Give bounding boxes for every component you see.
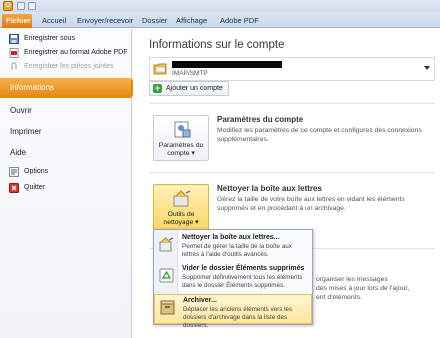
quick-access-undo-icon[interactable] xyxy=(28,2,36,10)
pdf-icon xyxy=(9,48,19,58)
recycle-icon xyxy=(159,268,174,283)
outlook-app-icon[interactable]: O xyxy=(3,1,13,11)
menu-item-archive[interactable]: Archiver... Déplacer les anciens élément… xyxy=(154,294,312,329)
nav-tab-aide-label: Aide xyxy=(10,148,27,157)
rules-description-fragment: organiser les messages xyxy=(316,276,388,283)
save-icon xyxy=(9,34,19,44)
archive-icon xyxy=(160,300,175,315)
quit-label: Quitter xyxy=(24,184,46,191)
account-settings-button[interactable]: Paramètres du compte ▾ xyxy=(153,115,209,161)
divider xyxy=(149,172,435,173)
save-as-command[interactable]: Enregistrer sous xyxy=(0,33,130,45)
tab-adobe-pdf[interactable]: Adobe PDF xyxy=(216,14,263,28)
cleanup-tools-button-label: Outils de nettoyage ▾ xyxy=(163,211,199,226)
account-settings-icon xyxy=(174,121,191,138)
cleanup-tools-button[interactable]: Outils de nettoyage ▾ xyxy=(153,184,209,230)
account-name-redacted xyxy=(172,61,282,68)
menu-item-mailbox-cleanup[interactable]: Nettoyer la boîte aux lettres... Permet … xyxy=(154,232,312,262)
rules-description-fragment: ent d'éléments. xyxy=(316,294,362,301)
mailbox-cleanup-icon xyxy=(159,237,174,252)
save-as-pdf-command[interactable]: Enregistrer au format Adobe PDF xyxy=(0,47,130,59)
account-settings-title: Paramètres du compte xyxy=(217,115,304,124)
add-account-button[interactable]: + Ajouter un compte xyxy=(149,81,229,96)
divider xyxy=(149,103,435,104)
add-account-label: Ajouter un compte xyxy=(166,85,223,92)
menu-item-title: Nettoyer la boîte aux lettres... xyxy=(182,234,280,241)
nav-tab-ouvrir[interactable]: Ouvrir xyxy=(0,101,131,121)
menu-item-title: Archiver... xyxy=(183,297,217,304)
title-bar: O xyxy=(0,0,440,12)
nav-tab-aide[interactable]: Aide xyxy=(0,143,131,163)
cleanup-description: Gérez la taille de votre boîte aux lettr… xyxy=(217,196,405,212)
nav-tab-imprimer[interactable]: Imprimer xyxy=(0,122,131,142)
save-as-pdf-label: Enregistrer au format Adobe PDF xyxy=(24,49,128,56)
menu-item-description: Déplacer les anciens éléments vers les d… xyxy=(183,306,293,329)
cleanup-tools-icon xyxy=(173,190,191,207)
save-attachments-label: Enregistrer les pièces jointes xyxy=(24,63,114,70)
account-settings-button-label: Paramètres du compte ▾ xyxy=(158,142,204,157)
tab-envoyer-recevoir[interactable]: Envoyer/recevoir xyxy=(73,14,137,28)
tab-fichier[interactable]: Fichier xyxy=(2,14,32,28)
options-icon xyxy=(9,167,19,177)
tab-accueil[interactable]: Accueil xyxy=(38,14,70,28)
rules-description-fragment: des mises à jour lors de l'ajout, xyxy=(316,285,410,292)
menu-item-description: Permet de gérer la taille de la boîte au… xyxy=(182,243,292,258)
quit-command[interactable]: Quitter xyxy=(0,182,130,194)
options-command[interactable]: Options xyxy=(0,166,130,178)
nav-tab-imprimer-label: Imprimer xyxy=(10,127,42,136)
account-settings-description: Modifiez les paramètres de ce compte et … xyxy=(217,127,422,143)
options-label: Options xyxy=(24,168,49,175)
ribbon-tab-bar: Fichier Accueil Envoyer/recevoir Dossier… xyxy=(0,12,440,28)
backstage-nav: Enregistrer sous Enregistrer au format A… xyxy=(0,29,139,338)
quick-access-save-icon[interactable] xyxy=(17,2,25,10)
menu-item-empty-deleted[interactable]: Vider le dossier Éléments supprimés Supp… xyxy=(154,263,312,293)
exit-icon xyxy=(9,183,19,193)
save-as-label: Enregistrer sous xyxy=(24,35,75,42)
cleanup-title: Nettoyer la boîte aux lettres xyxy=(217,184,322,193)
attachment-icon xyxy=(11,62,17,70)
chevron-down-icon[interactable] xyxy=(424,66,430,70)
menu-item-title: Vider le dossier Éléments supprimés xyxy=(182,265,305,272)
nav-tab-ouvrir-label: Ouvrir xyxy=(10,106,32,115)
account-info-panel: Informations sur le compte IMAP/SMTP + A… xyxy=(133,29,440,338)
tab-affichage[interactable]: Affichage xyxy=(172,14,211,28)
save-attachments-command[interactable]: Enregistrer les pièces jointes xyxy=(0,61,130,73)
page-title: Informations sur le compte xyxy=(149,39,285,51)
nav-tab-informations[interactable]: Informations xyxy=(0,78,139,98)
menu-item-description: Supprimer définitivement tous les élémen… xyxy=(182,274,303,289)
plus-icon: + xyxy=(153,83,162,93)
mail-folder-icon xyxy=(153,63,167,75)
account-type: IMAP/SMTP xyxy=(172,70,208,77)
nav-tab-informations-label: Informations xyxy=(10,83,55,92)
cleanup-tools-menu: Nettoyer la boîte aux lettres... Permet … xyxy=(153,229,313,329)
account-selector[interactable]: IMAP/SMTP xyxy=(149,57,435,81)
tab-dossier[interactable]: Dossier xyxy=(138,14,171,28)
